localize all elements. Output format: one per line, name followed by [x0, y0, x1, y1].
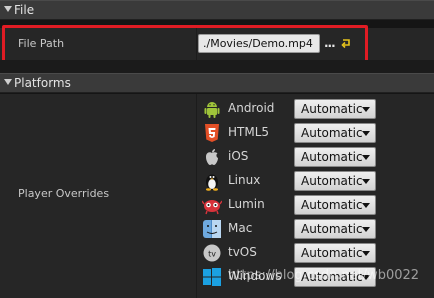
platform-row-mac: Mac Automatic	[200, 218, 434, 240]
player-overrides-label: Player Overrides	[18, 187, 110, 200]
dropdown-arrow-icon	[362, 107, 370, 112]
mac-override-dropdown[interactable]: Automatic	[294, 219, 376, 239]
dropdown-arrow-icon	[362, 251, 370, 256]
android-icon	[204, 102, 220, 118]
android-override-dropdown[interactable]: Automatic	[294, 99, 376, 119]
html5-icon	[205, 124, 219, 142]
column-divider	[196, 94, 197, 298]
section-gap	[0, 60, 434, 73]
dropdown-arrow-icon	[362, 179, 370, 184]
dropdown-value: Automatic	[301, 222, 363, 236]
dropdown-value: Automatic	[301, 150, 363, 164]
platforms-section-header[interactable]: Platforms	[0, 73, 434, 93]
dropdown-arrow-icon	[362, 203, 370, 208]
platform-name: Linux	[228, 173, 261, 187]
platform-row-android: Android Automatic	[200, 98, 434, 120]
lumin-override-dropdown[interactable]: Automatic	[294, 195, 376, 215]
platform-row-lumin: Lumin Automatic	[200, 194, 434, 216]
dropdown-value: Automatic	[301, 246, 363, 260]
platform-name: Lumin	[228, 197, 265, 211]
dropdown-arrow-icon	[362, 155, 370, 160]
platform-row-ios: iOS Automatic	[200, 146, 434, 168]
platforms-section-title: Platforms	[14, 76, 71, 90]
file-section-header[interactable]: File	[0, 0, 434, 20]
platform-name: tvOS	[228, 245, 257, 259]
dropdown-value: Automatic	[301, 198, 363, 212]
dropdown-value: Automatic	[301, 102, 363, 116]
watermark: https://blog.csdn.net/wb0022	[228, 268, 420, 283]
platform-name: Android	[228, 101, 275, 115]
windows-icon	[203, 268, 221, 286]
platform-name: HTML5	[228, 125, 270, 139]
svg-text:tv: tv	[208, 250, 216, 259]
platform-row-linux: Linux Automatic	[200, 170, 434, 192]
highlight-box	[2, 25, 368, 64]
mac-icon	[203, 220, 221, 238]
html5-override-dropdown[interactable]: Automatic	[294, 123, 376, 143]
tvos-icon: tv	[203, 244, 221, 262]
platform-row-html5: HTML5 Automatic	[200, 122, 434, 144]
linux-override-dropdown[interactable]: Automatic	[294, 171, 376, 191]
collapse-arrow-icon[interactable]	[4, 6, 12, 12]
lumin-icon	[202, 200, 222, 215]
dropdown-value: Automatic	[301, 174, 363, 188]
apple-icon	[206, 149, 218, 165]
file-section-title: File	[14, 3, 35, 17]
collapse-arrow-icon[interactable]	[4, 79, 12, 85]
tux-icon	[206, 174, 218, 191]
platform-name: Mac	[228, 221, 253, 235]
dropdown-value: Automatic	[301, 126, 363, 140]
tvos-override-dropdown[interactable]: Automatic	[294, 243, 376, 263]
platform-row-tvos: tv tvOS Automatic	[200, 242, 434, 264]
dropdown-arrow-icon	[362, 131, 370, 136]
ios-override-dropdown[interactable]: Automatic	[294, 147, 376, 167]
platform-name: iOS	[228, 149, 249, 163]
dropdown-arrow-icon	[362, 227, 370, 232]
